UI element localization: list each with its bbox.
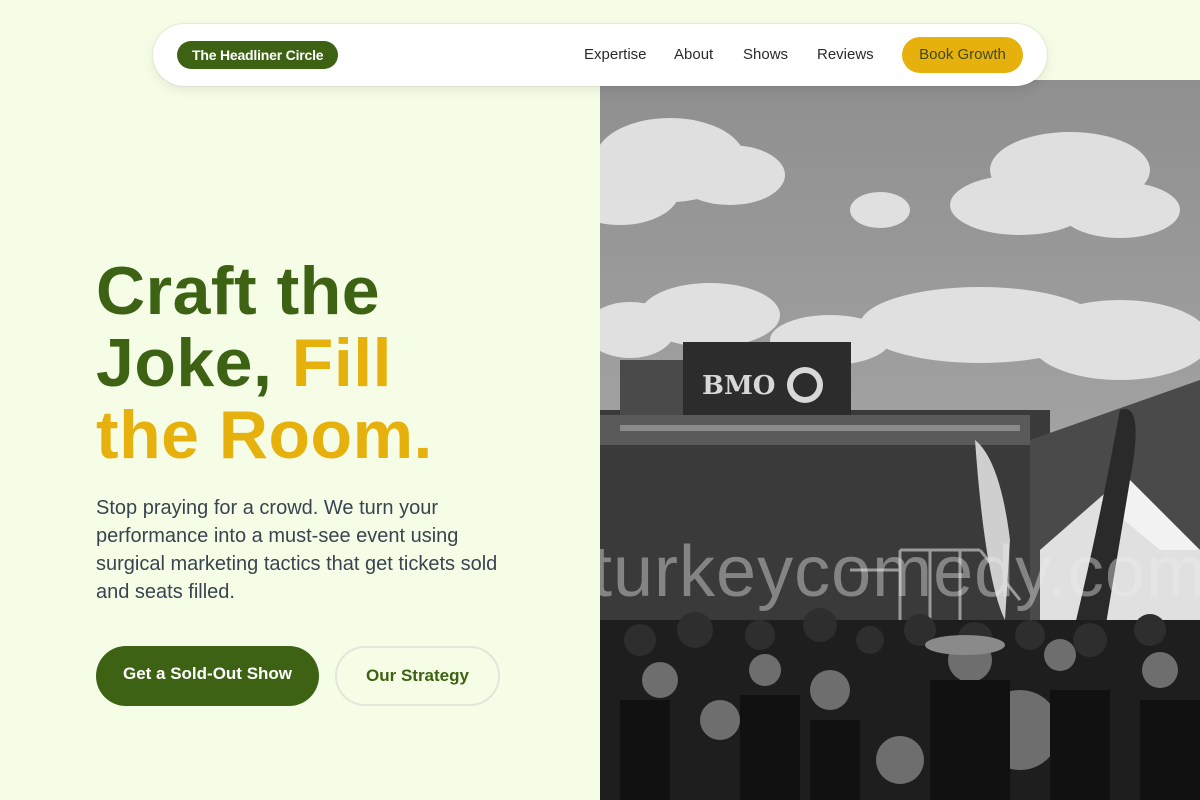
- our-strategy-button[interactable]: Our Strategy: [335, 646, 500, 706]
- nav-link-shows[interactable]: Shows: [743, 46, 788, 64]
- book-growth-button[interactable]: Book Growth: [902, 37, 1023, 73]
- brand-logo[interactable]: The Headliner Circle: [177, 41, 339, 69]
- bmo-sign-text: BMO: [702, 371, 775, 401]
- hero-photo: BMO turkeycomedy.com: [600, 80, 1200, 800]
- get-sold-out-show-button[interactable]: Get a Sold-Out Show: [96, 646, 319, 706]
- nav-link-expertise[interactable]: Expertise: [584, 46, 647, 64]
- hero-headline: Craft the Joke, Fill the Room.: [96, 255, 576, 471]
- photo-watermark: turkeycomedy.com: [600, 532, 1200, 612]
- event-crowd-image: BMO: [600, 80, 1200, 800]
- headline-part-joke: Joke,: [96, 325, 273, 401]
- nav-link-about[interactable]: About: [674, 46, 713, 64]
- hero-subtext: Stop praying for a crowd. We turn your p…: [96, 497, 498, 603]
- nav-link-reviews[interactable]: Reviews: [817, 46, 874, 64]
- headline-part-room: the Room.: [96, 397, 433, 473]
- top-navbar: The Headliner Circle Expertise About Sho…: [153, 24, 1047, 86]
- landing-page: The Headliner Circle Expertise About Sho…: [0, 0, 1200, 800]
- headline-part-craft: Craft the: [96, 253, 381, 329]
- headline-part-fill: Fill: [291, 325, 393, 401]
